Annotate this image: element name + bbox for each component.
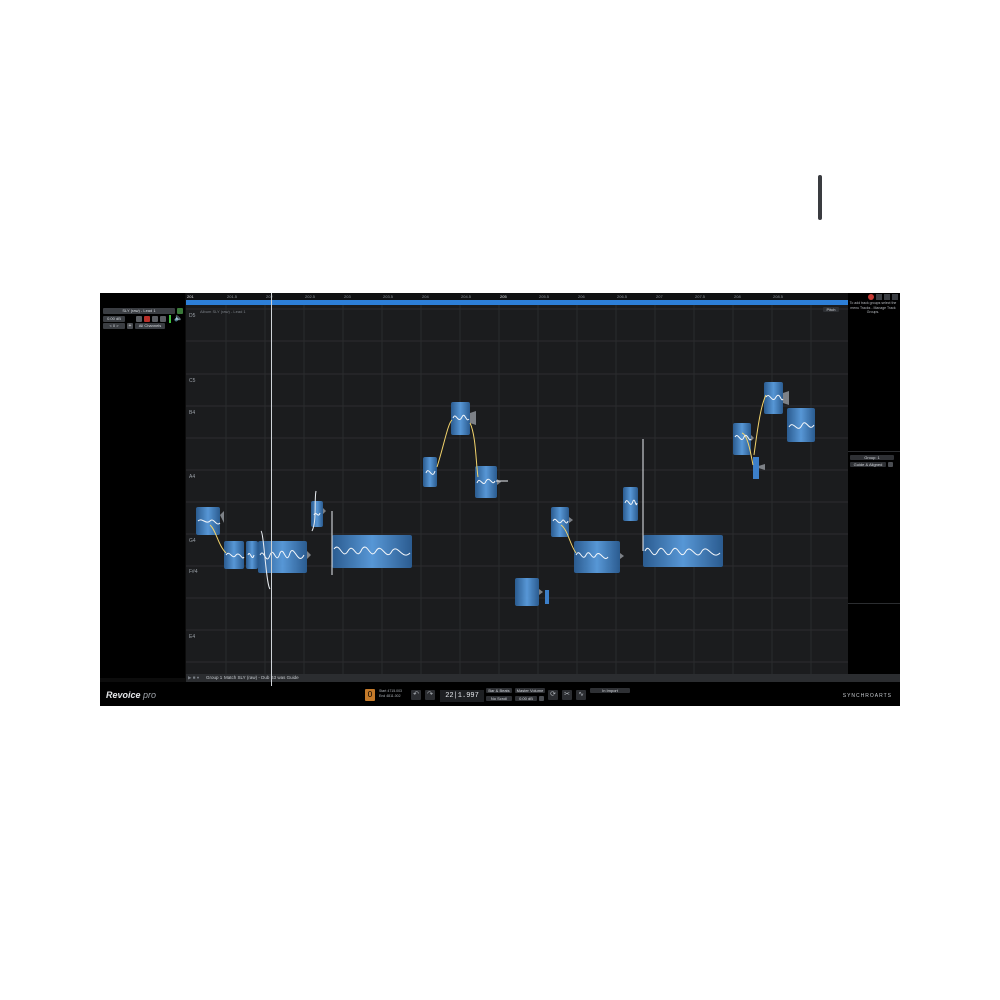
- note-blob[interactable]: [733, 423, 751, 455]
- match-text: Match SLY (raw) - Dub B3 was Guide: [224, 675, 299, 680]
- ruler-tick: 204: [422, 294, 429, 299]
- scissors-icon[interactable]: ✂: [562, 690, 572, 700]
- menu-icon[interactable]: [892, 294, 898, 300]
- volume-step-icon[interactable]: [539, 696, 544, 701]
- settings-icon[interactable]: [876, 294, 882, 300]
- timeline-ruler[interactable]: 201 201.5 202 202.5 203 203.5 204 204.5 …: [186, 293, 900, 300]
- channel-step-icon[interactable]: +: [127, 323, 133, 329]
- note-blob[interactable]: [224, 541, 244, 569]
- ruler-tick: 203.5: [383, 294, 394, 299]
- mute-button[interactable]: [152, 316, 158, 322]
- group-mode-select[interactable]: Guide & Aligned: [850, 462, 886, 467]
- note-label: F#4: [189, 569, 198, 575]
- note-blob[interactable]: [196, 507, 220, 535]
- note-label: D5: [189, 313, 196, 319]
- master-volume-label: Master Volume: [515, 688, 545, 693]
- ruler-tick: 201: [187, 294, 194, 299]
- ruler-tick: 208.5: [773, 294, 784, 299]
- ruler-tick: 206: [578, 294, 585, 299]
- transport-bar: Revoice pro 0 Start 4715.003 End 4811.00…: [100, 682, 900, 706]
- ruler-tick: 201.5: [227, 294, 238, 299]
- ruler-tick: 208: [734, 294, 741, 299]
- note-label: A4: [189, 474, 196, 480]
- group-name: Group 1: [206, 675, 223, 680]
- marker-icon[interactable]: 0: [365, 689, 375, 701]
- ruler-tick: 207.5: [695, 294, 706, 299]
- note-blob[interactable]: [574, 541, 620, 573]
- level-meter: [169, 315, 171, 323]
- group-mode-arrow-icon[interactable]: [888, 462, 893, 467]
- vertical-scrollbar[interactable]: [818, 175, 822, 220]
- group-hint-text: To add track groups select the menu Trac…: [849, 301, 897, 314]
- master-volume-field[interactable]: 0.00 dB: [515, 696, 537, 701]
- panel-divider: [848, 603, 900, 604]
- record-button[interactable]: [136, 316, 142, 322]
- note-blob[interactable]: [246, 541, 258, 569]
- note-label: C5: [189, 378, 196, 384]
- group-label: Group: 1: [850, 455, 894, 460]
- solo-button[interactable]: [160, 316, 166, 322]
- scroll-mode-select[interactable]: No Scroll: [486, 696, 512, 701]
- preset-select[interactable]: In Import: [590, 688, 630, 693]
- playhead-cursor[interactable]: [271, 293, 272, 686]
- note-label: G4: [189, 538, 196, 544]
- ruler-tick: 207: [656, 294, 663, 299]
- waveform-icon[interactable]: ∿: [576, 690, 586, 700]
- note-label: E4: [189, 634, 196, 640]
- ruler-tick: 206.5: [617, 294, 628, 299]
- undo-icon[interactable]: ↶: [411, 690, 421, 700]
- group-strip[interactable]: ▶ ■ ● Group 1 Match SLY (raw) - Dub B3 w…: [186, 674, 900, 682]
- track-active-icon[interactable]: [177, 308, 183, 314]
- revoice-pro-window: SLY (raw) - Lead 1 0.00 dB 🔈 < 0 > + All…: [100, 293, 900, 706]
- panel-divider: [848, 451, 900, 452]
- group-panel: To add track groups select the menu Trac…: [848, 293, 900, 678]
- play-icon[interactable]: ▶ ■ ●: [188, 675, 199, 681]
- redo-icon[interactable]: ↷: [425, 690, 435, 700]
- ruler-tick: 205.5: [539, 294, 550, 299]
- ruler-tick: 203: [344, 294, 351, 299]
- time-format-select[interactable]: Bar & Beats: [486, 688, 512, 693]
- note-blob[interactable]: [643, 535, 723, 567]
- timecode-display[interactable]: 22|1.997: [440, 690, 484, 702]
- pitch-scale-tag[interactable]: Pitch: [823, 307, 839, 312]
- track-panel: SLY (raw) - Lead 1 0.00 dB 🔈 < 0 > + All…: [100, 293, 185, 678]
- track-label: Album SLY (raw) - Lead 1: [200, 309, 246, 314]
- track-offset-field[interactable]: 0.00 dB: [103, 316, 125, 322]
- channels-select[interactable]: All Channels: [135, 323, 165, 329]
- range-readout: Start 4715.003 End 4811.002: [379, 689, 402, 698]
- ruler-tick: 204.5: [461, 294, 472, 299]
- pitch-editor-canvas[interactable]: [186, 305, 900, 676]
- record-icon[interactable]: [868, 294, 874, 300]
- channel-offset[interactable]: < 0 >: [103, 323, 125, 329]
- note-blob[interactable]: [515, 578, 539, 606]
- ruler-tick: 202.5: [305, 294, 316, 299]
- track-select[interactable]: SLY (raw) - Lead 1: [103, 308, 175, 314]
- ruler-tick: 205: [500, 294, 507, 299]
- record-arm-icon[interactable]: [144, 316, 150, 322]
- app-logo: Revoice pro: [106, 690, 157, 700]
- loop-icon[interactable]: ⟳: [548, 690, 558, 700]
- speaker-icon[interactable]: 🔈: [174, 315, 183, 323]
- link-icon[interactable]: [884, 294, 890, 300]
- synchroarts-brand: SYNCHROARTS: [842, 693, 892, 699]
- note-label: B4: [189, 410, 196, 416]
- pitch-editor[interactable]: [186, 305, 900, 676]
